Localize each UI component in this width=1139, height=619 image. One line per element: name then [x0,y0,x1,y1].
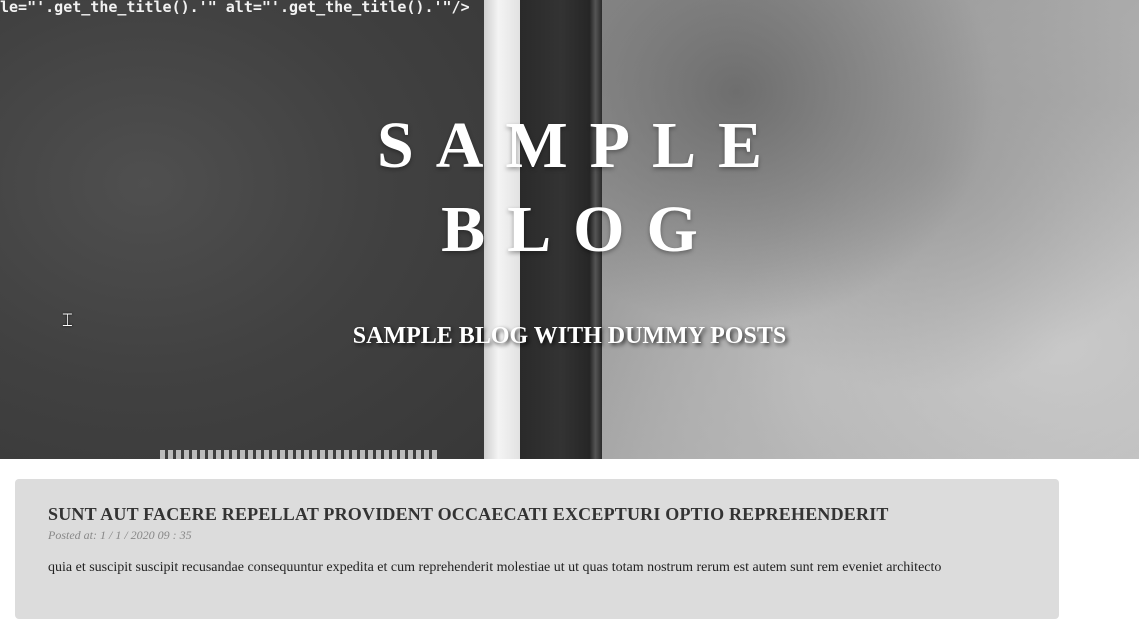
hero-code-fragment [160,450,440,459]
post-excerpt: quia et suscipit suscipit recusandae con… [48,560,942,575]
site-title[interactable]: SAMPLE BLOG [0,104,1139,272]
site-tagline: SAMPLE BLOG WITH DUMMY POSTS [352,323,787,349]
post-date: Posted at: 1 / 1 / 2020 09 : 35 [48,528,192,542]
site-title-line1: SAMPLE [376,109,785,182]
site-title-line2: BLOG [441,193,720,266]
hero-banner: le="'.get_the_title().'" alt="'.get_the_… [0,0,1139,459]
text-cursor-icon: ⌶ [62,310,73,331]
hero-code-snippet: le="'.get_the_title().'" alt="'.get_the_… [0,0,470,16]
post-title[interactable]: SUNT AUT FACERE REPELLAT PROVIDENT OCCAE… [48,504,889,525]
post-card[interactable]: SUNT AUT FACERE REPELLAT PROVIDENT OCCAE… [15,479,1059,619]
